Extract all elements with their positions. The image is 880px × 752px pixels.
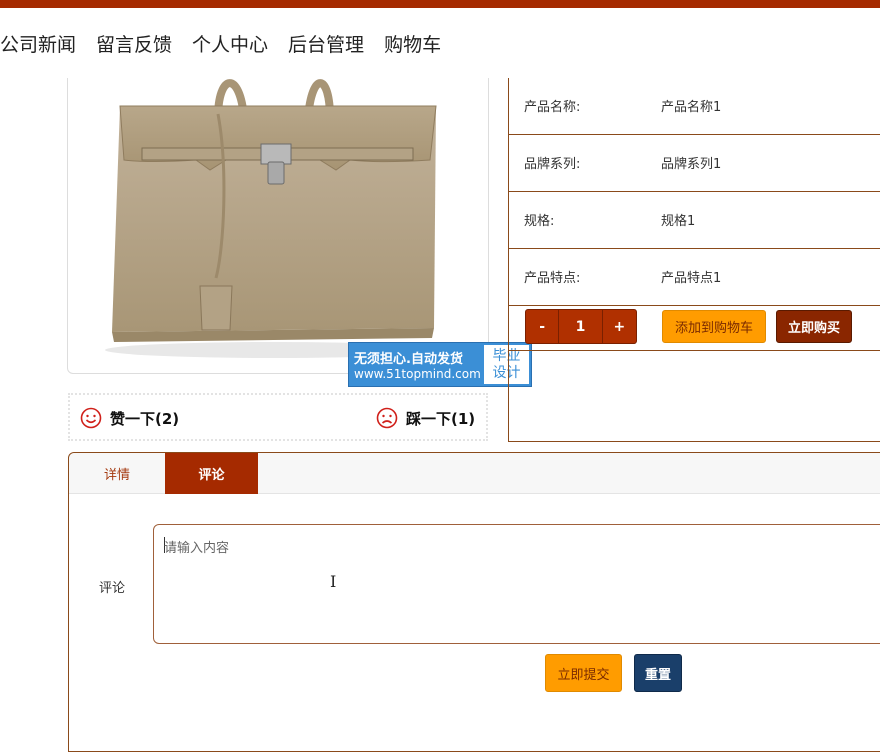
info-label: 产品名称: <box>524 100 581 115</box>
nav-item-user-center[interactable]: 个人中心 <box>192 30 268 60</box>
like-label: 赞一下(2) <box>110 409 180 428</box>
watermark-url: www.51topmind.com <box>354 367 481 381</box>
detail-comment-panel: 详情 评论 评论 请输入内容 I 立即提交 重置 <box>68 452 880 752</box>
product-image <box>67 78 489 374</box>
smile-icon <box>80 407 102 429</box>
nav-item-cart[interactable]: 购物车 <box>384 30 441 60</box>
product-info-table: 产品名称: 产品名称1 品牌系列: 品牌系列1 规格: 规格1 产品特点: 产品… <box>508 78 880 442</box>
comment-label: 评论 <box>99 581 126 596</box>
tab-detail[interactable]: 详情 <box>69 453 165 494</box>
info-label: 规格: <box>524 214 555 229</box>
nav-item-admin[interactable]: 后台管理 <box>288 30 364 60</box>
info-row-feature: 产品特点: 产品特点1 <box>509 249 880 306</box>
info-row-actions: - 1 + 添加到购物车 立即购买 <box>509 306 880 351</box>
tab-comment[interactable]: 评论 <box>165 453 258 494</box>
handbag-image <box>105 79 445 358</box>
info-row-brand: 品牌系列: 品牌系列1 <box>509 135 880 192</box>
info-value: 产品名称1 <box>661 100 722 115</box>
add-to-cart-button[interactable]: 添加到购物车 <box>662 310 766 343</box>
like-button[interactable]: 赞一下(2) <box>80 407 179 429</box>
info-value: 规格1 <box>661 214 696 229</box>
comment-placeholder: 请输入内容 <box>164 541 230 556</box>
info-label: 品牌系列: <box>524 157 581 172</box>
watermark-banner: 无须担心.自动发货 www.51topmind.com 毕业 设计 <box>348 342 532 387</box>
top-brand-bar <box>0 0 880 8</box>
submit-button[interactable]: 立即提交 <box>545 654 622 692</box>
info-row-name: 产品名称: 产品名称1 <box>509 78 880 135</box>
vote-box: 赞一下(2) 踩一下(1) <box>68 393 488 441</box>
quantity-value[interactable]: 1 <box>559 310 603 343</box>
frown-icon <box>376 407 398 429</box>
info-value: 产品特点1 <box>661 271 722 286</box>
quantity-minus-button[interactable]: - <box>526 310 560 343</box>
main-nav: 公司新闻 留言反馈 个人中心 后台管理 购物车 <box>0 30 441 60</box>
info-value: 品牌系列1 <box>661 157 722 172</box>
tab-bar: 详情 评论 <box>69 453 880 494</box>
dislike-button[interactable]: 踩一下(1) <box>376 407 475 429</box>
buy-now-button[interactable]: 立即购买 <box>776 310 852 343</box>
comment-textarea[interactable]: 请输入内容 I <box>153 524 880 644</box>
reset-button[interactable]: 重置 <box>634 654 682 692</box>
quantity-plus-button[interactable]: + <box>603 310 636 343</box>
quantity-stepper: - 1 + <box>525 309 637 344</box>
nav-item-company-news[interactable]: 公司新闻 <box>0 30 76 60</box>
info-label: 产品特点: <box>524 271 581 286</box>
info-row-spec: 规格: 规格1 <box>509 192 880 249</box>
text-cursor-icon: I <box>330 572 337 591</box>
watermark-slogan: 无须担心.自动发货 <box>354 352 463 367</box>
nav-item-feedback[interactable]: 留言反馈 <box>96 30 172 60</box>
dislike-label: 踩一下(1) <box>406 409 476 428</box>
